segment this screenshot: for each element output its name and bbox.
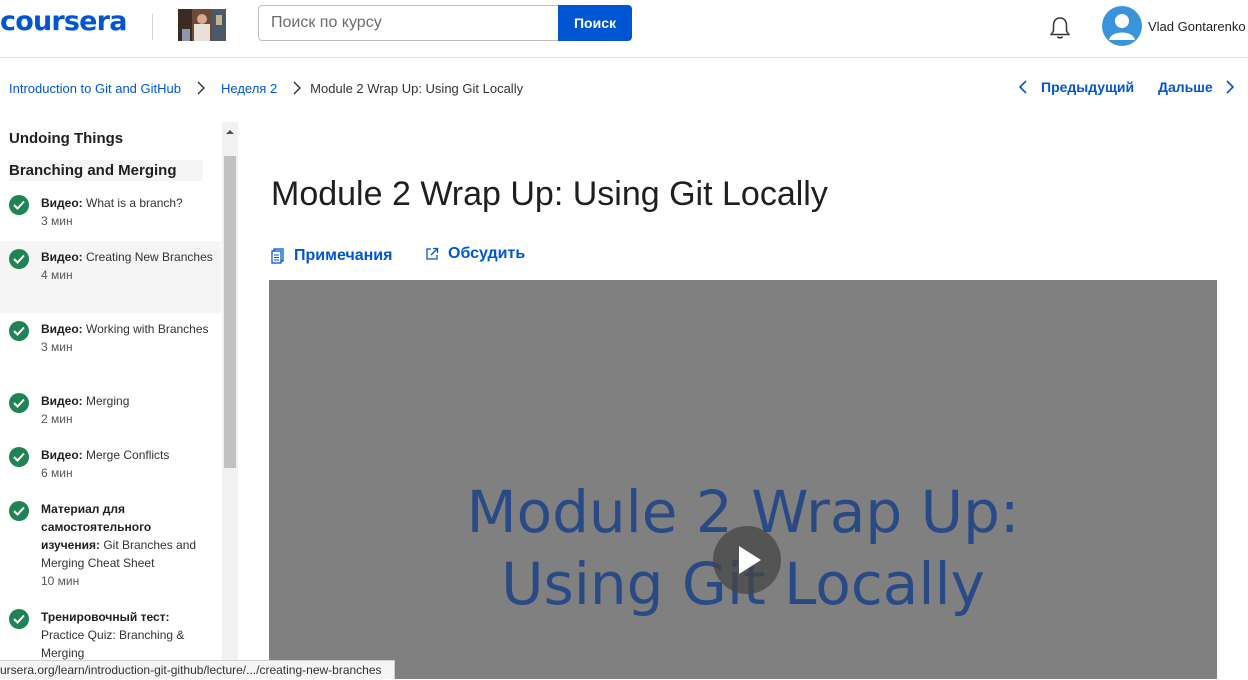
item-duration: 2 мин <box>41 412 73 426</box>
header-divider <box>152 14 153 40</box>
sidebar-section-undoing-things[interactable]: Undoing Things <box>9 130 123 147</box>
item-duration: 3 мин <box>41 214 73 228</box>
video-player[interactable]: Module 2 Wrap Up: Using Git Locally <box>269 280 1217 679</box>
item-title: Working with Branches <box>86 322 209 336</box>
user-name[interactable]: Vlad Gontarenko <box>1148 19 1246 34</box>
item-type: Видео: <box>41 196 83 210</box>
item-duration: 3 мин <box>41 340 73 354</box>
chevron-right-icon <box>197 81 205 95</box>
chevron-right-icon <box>1226 80 1234 94</box>
sidebar-item-creating-new-branches[interactable]: Видео: Creating New Branches 4 мин <box>0 241 221 313</box>
item-duration: 10 мин <box>41 574 80 588</box>
item-title: Merging <box>86 394 130 408</box>
check-circle-icon <box>9 195 29 215</box>
play-icon <box>739 546 761 574</box>
previous-label: Предыдущий <box>1041 79 1135 95</box>
item-type: Видео: <box>41 394 83 408</box>
previous-button[interactable]: Предыдущий <box>1018 79 1134 95</box>
notes-label: Примечания <box>294 247 393 264</box>
item-duration: 6 мин <box>41 466 73 480</box>
scroll-up-icon[interactable] <box>222 125 238 139</box>
course-thumbnail[interactable] <box>178 9 226 41</box>
next-label: Дальше <box>1158 79 1213 95</box>
chevron-right-icon <box>293 81 302 95</box>
top-header: coursera Поиск Vlad Gontarenko <box>0 0 1248 58</box>
item-title: Merge Conflicts <box>86 448 170 462</box>
chevron-left-icon <box>1018 80 1027 94</box>
scrollbar-thumb[interactable] <box>224 156 236 468</box>
item-type: Видео: <box>41 322 83 336</box>
item-type: Видео: <box>41 250 83 264</box>
item-title: What is a branch? <box>86 196 183 210</box>
search-button[interactable]: Поиск <box>558 5 632 41</box>
sidebar-item-what-is-a-branch[interactable]: Видео: What is a branch? 3 мин <box>0 194 221 244</box>
course-sidebar: Undoing Things Branching and Merging Вид… <box>0 122 238 679</box>
next-button[interactable]: Дальше <box>1158 79 1235 95</box>
breadcrumb-current: Module 2 Wrap Up: Using Git Locally <box>310 80 524 96</box>
sidebar-item-practice-quiz[interactable]: Тренировочный тест: Practice Quiz: Branc… <box>0 608 221 668</box>
discuss-button[interactable]: Обсудить <box>425 245 525 263</box>
avatar-icon[interactable] <box>1102 6 1142 46</box>
sidebar-item-merge-conflicts[interactable]: Видео: Merge Conflicts 6 мин <box>0 446 221 490</box>
course-search-input[interactable] <box>258 5 558 41</box>
item-title: Creating New Branches <box>86 250 213 264</box>
page-title: Module 2 Wrap Up: Using Git Locally <box>271 175 828 213</box>
discuss-label: Обсудить <box>448 245 526 262</box>
play-button[interactable] <box>713 526 781 594</box>
check-circle-icon <box>9 321 29 341</box>
coursera-logo[interactable]: coursera <box>0 6 127 37</box>
check-circle-icon <box>9 249 29 269</box>
browser-status-url: ursera.org/learn/introduction-git-github… <box>0 660 395 679</box>
breadcrumb: Introduction to Git and GitHub Неделя 2 … <box>9 79 523 97</box>
bell-icon[interactable] <box>1046 14 1074 42</box>
sidebar-section-branching-merging[interactable]: Branching and Merging <box>9 160 203 181</box>
check-circle-icon <box>9 501 29 521</box>
external-link-icon <box>426 247 439 260</box>
sidebar-item-working-with-branches[interactable]: Видео: Working with Branches 3 мин <box>0 320 221 380</box>
check-circle-icon <box>9 393 29 413</box>
item-type: Тренировочный тест: <box>41 610 170 624</box>
sidebar-item-merging[interactable]: Видео: Merging 2 мин <box>0 392 221 436</box>
notes-icon <box>271 248 284 264</box>
check-circle-icon <box>9 447 29 467</box>
item-title: Practice Quiz: Branching & Merging <box>41 628 185 660</box>
breadcrumb-course-link[interactable]: Introduction to Git and GitHub <box>9 81 181 96</box>
item-type: Видео: <box>41 448 83 462</box>
sidebar-item-cheat-sheet[interactable]: Материал для самостоятельного изучения: … <box>0 500 221 596</box>
check-circle-icon <box>9 609 29 629</box>
notes-button[interactable]: Примечания <box>271 247 392 265</box>
breadcrumb-week-link[interactable]: Неделя 2 <box>221 81 277 96</box>
item-duration: 4 мин <box>41 268 73 282</box>
